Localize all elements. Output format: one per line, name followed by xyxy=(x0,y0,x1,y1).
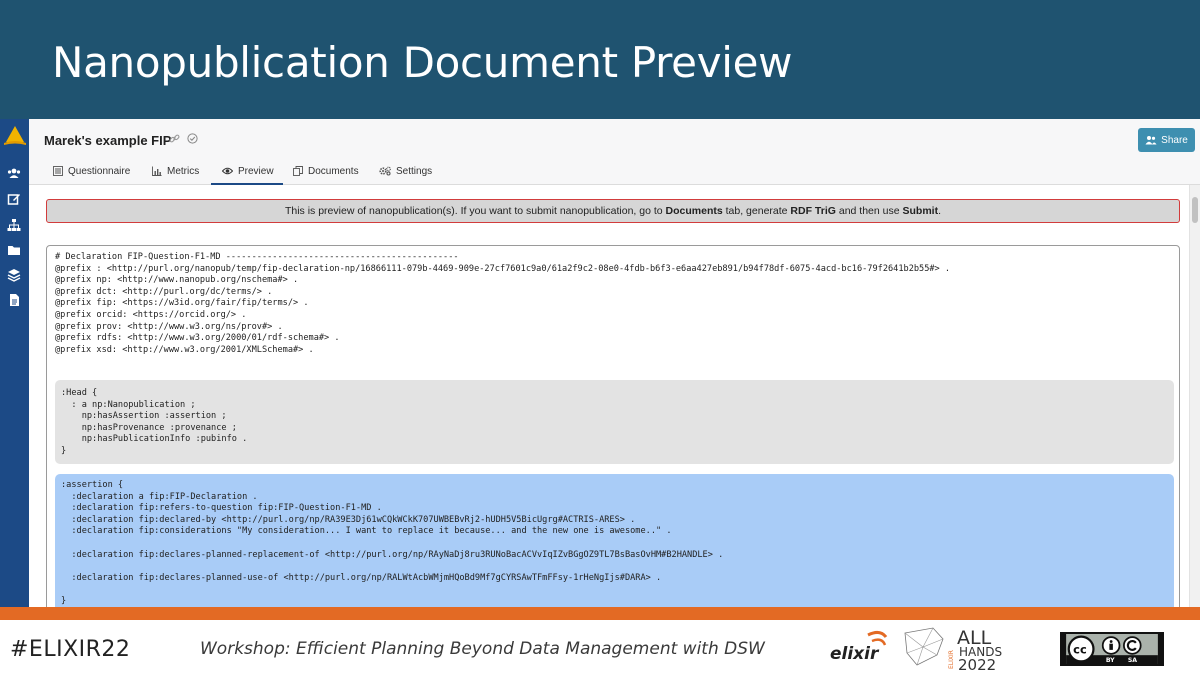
svg-text:SA: SA xyxy=(1128,657,1137,664)
document-icon[interactable] xyxy=(7,293,21,307)
alert-text: This is preview of nanopublication(s). I… xyxy=(284,205,666,217)
slide-title: Nanopublication Document Preview xyxy=(52,38,793,87)
svg-text:ELIXIR: ELIXIR xyxy=(948,650,955,669)
app-main: Marek's example FIP Share Questionnaire … xyxy=(29,119,1200,607)
tab-documents[interactable]: Documents xyxy=(293,163,359,185)
copy-icon xyxy=(293,166,303,176)
sitemap-icon[interactable] xyxy=(7,218,21,232)
slide-footer: #ELIXIR22 Workshop: Efficient Planning B… xyxy=(0,620,1200,676)
tab-label: Settings xyxy=(396,166,433,177)
app-window: Marek's example FIP Share Questionnaire … xyxy=(0,119,1200,607)
preview-content: This is preview of nanopublication(s). I… xyxy=(29,185,1189,607)
tab-label: Preview xyxy=(238,166,274,177)
assertion-graph-block: :assertion { :declaration a fip:FIP-Decl… xyxy=(55,474,1174,607)
check-circle-icon[interactable] xyxy=(187,133,198,144)
wizard-hat-logo[interactable] xyxy=(2,124,28,148)
all-hands-2022-logo: ELIXIR ALL HANDS 2022 xyxy=(904,627,1002,671)
cc-by-sa-license-badge: cc BY SA xyxy=(1060,632,1164,666)
head-graph-block: :Head { : a np:Nanopublication ; np:hasA… xyxy=(55,380,1174,464)
app-sidebar xyxy=(0,119,29,607)
svg-text:elixir: elixir xyxy=(830,644,880,664)
nanopub-code-preview[interactable]: # Declaration FIP-Question-F1-MD -------… xyxy=(46,245,1180,607)
scrollbar-thumb[interactable] xyxy=(1192,197,1198,223)
head-graph-code: :Head { : a np:Nanopublication ; np:hasA… xyxy=(61,388,248,456)
alert-bold-documents: Documents xyxy=(665,205,723,217)
link-icon[interactable] xyxy=(169,133,180,144)
tab-questionnaire[interactable]: Questionnaire xyxy=(53,163,130,185)
prefix-declarations: # Declaration FIP-Question-F1-MD -------… xyxy=(55,252,951,355)
preview-alert: This is preview of nanopublication(s). I… xyxy=(46,199,1180,223)
folder-icon[interactable] xyxy=(7,243,21,257)
users-icon[interactable] xyxy=(7,167,21,181)
alert-bold-rdf-trig: RDF TriG xyxy=(790,205,836,217)
list-icon xyxy=(53,166,63,176)
svg-text:BY: BY xyxy=(1106,657,1115,664)
slide-header: Nanopublication Document Preview xyxy=(0,0,1200,119)
tab-settings[interactable]: Settings xyxy=(379,163,432,185)
content-scrollbar[interactable] xyxy=(1189,185,1200,607)
svg-text:cc: cc xyxy=(1073,642,1087,656)
workshop-title: Workshop: Efficient Planning Beyond Data… xyxy=(200,639,765,659)
gears-icon xyxy=(379,166,391,176)
eye-icon xyxy=(222,167,233,175)
layers-icon[interactable] xyxy=(7,268,21,282)
alert-text: tab, generate xyxy=(722,205,791,217)
chart-icon xyxy=(152,166,162,176)
elixir-logo: elixir xyxy=(830,630,888,664)
tab-label: Questionnaire xyxy=(68,166,131,177)
alert-text: . xyxy=(938,205,942,217)
tab-preview[interactable]: Preview xyxy=(211,163,283,185)
alert-bold-submit: Submit xyxy=(902,205,939,217)
tab-label: Documents xyxy=(308,166,359,177)
tab-metrics[interactable]: Metrics xyxy=(152,163,199,185)
assertion-graph-code: :assertion { :declaration a fip:FIP-Decl… xyxy=(61,480,724,606)
project-topbar: Marek's example FIP Share Questionnaire … xyxy=(29,119,1200,185)
alert-text: and then use xyxy=(835,205,903,217)
share-button[interactable]: Share xyxy=(1138,128,1195,152)
users-icon xyxy=(1145,136,1157,145)
event-hashtag: #ELIXIR22 xyxy=(10,637,131,662)
footer-accent-bar xyxy=(0,607,1200,620)
share-label: Share xyxy=(1161,134,1188,146)
tab-label: Metrics xyxy=(167,166,200,177)
project-title: Marek's example FIP xyxy=(44,133,172,148)
svg-text:2022: 2022 xyxy=(958,656,996,671)
edit-icon[interactable] xyxy=(7,192,21,206)
